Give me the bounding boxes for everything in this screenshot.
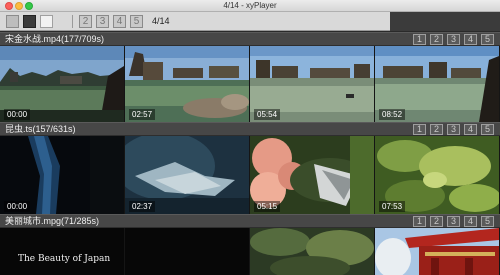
- group-3-page-5-button[interactable]: 5: [481, 216, 494, 227]
- group-title: 宋金水战.mp4(177/709s): [5, 34, 105, 44]
- timestamp: 00:00: [4, 109, 31, 120]
- thumbnail[interactable]: 08:52: [375, 46, 499, 122]
- toolbar-page-5-button[interactable]: 5: [130, 15, 143, 28]
- toolbar: 2 3 4 5 4/14: [0, 12, 500, 31]
- page-indicator: 4/14: [152, 16, 170, 26]
- thumbnail[interactable]: 05:54: [250, 46, 374, 122]
- timestamp: 07:53: [379, 201, 406, 212]
- title-bar: 4/14 - xyPlayer: [0, 0, 500, 12]
- thumbnail[interactable]: 07:53: [375, 136, 499, 214]
- group-2-page-4-button[interactable]: 4: [464, 124, 477, 135]
- group-3-page-2-button[interactable]: 2: [430, 216, 443, 227]
- layout-dark-button[interactable]: [23, 15, 36, 28]
- toolbar-search-area[interactable]: [390, 12, 500, 31]
- toolbar-page-3-button[interactable]: 3: [96, 15, 109, 28]
- toolbar-page-2-button[interactable]: 2: [79, 15, 92, 28]
- group-2-page-3-button[interactable]: 3: [447, 124, 460, 135]
- timestamp: 00:00: [4, 201, 31, 212]
- thumbnail[interactable]: 02:57: [125, 46, 249, 122]
- group-3-page-1-button[interactable]: 1: [413, 216, 426, 227]
- thumbnail[interactable]: The Beauty of Japan: [0, 228, 124, 275]
- timestamp: 05:15: [254, 201, 281, 212]
- group-1-page-5-button[interactable]: 5: [481, 34, 494, 45]
- thumbnail[interactable]: [125, 228, 249, 275]
- timestamp: 08:52: [379, 109, 406, 120]
- window-title: 4/14 - xyPlayer: [223, 1, 277, 10]
- group-header-3[interactable]: 美丽城市.mpg(71/285s) 1 2 3 4 5: [0, 214, 500, 228]
- thumbnail[interactable]: 05:15: [250, 136, 374, 214]
- group-title: 美丽城市.mpg(71/285s): [5, 216, 100, 226]
- timestamp: 02:37: [129, 201, 156, 212]
- group-1-page-3-button[interactable]: 3: [447, 34, 460, 45]
- toolbar-divider: [72, 15, 73, 28]
- thumbnail[interactable]: [375, 228, 499, 275]
- group-header-2[interactable]: 昆虫.ts(157/631s) 1 2 3 4 5: [0, 122, 500, 136]
- thumbnail[interactable]: 02:37: [125, 136, 249, 214]
- group-1-page-2-button[interactable]: 2: [430, 34, 443, 45]
- group-2-page-2-button[interactable]: 2: [430, 124, 443, 135]
- group-3-page-3-button[interactable]: 3: [447, 216, 460, 227]
- group-2-page-5-button[interactable]: 5: [481, 124, 494, 135]
- layout-light-button[interactable]: [40, 15, 53, 28]
- thumbnail[interactable]: 00:00: [0, 46, 124, 122]
- thumbnail[interactable]: [250, 228, 374, 275]
- layout-gray-button[interactable]: [6, 15, 19, 28]
- thumbnail-row-1: 00:00 02:57 05:54 08:52: [0, 46, 500, 122]
- timestamp: 05:54: [254, 109, 281, 120]
- group-title: 昆虫.ts(157/631s): [5, 124, 76, 134]
- thumbnail[interactable]: 00:00: [0, 136, 124, 214]
- group-2-page-1-button[interactable]: 1: [413, 124, 426, 135]
- toolbar-page-4-button[interactable]: 4: [113, 15, 126, 28]
- timestamp: 02:57: [129, 109, 156, 120]
- group-1-page-1-button[interactable]: 1: [413, 34, 426, 45]
- thumbnail-row-2: 00:00 02:37 05:15 07:53: [0, 136, 500, 214]
- group-1-page-4-button[interactable]: 4: [464, 34, 477, 45]
- group-3-page-4-button[interactable]: 4: [464, 216, 477, 227]
- video-caption: The Beauty of Japan: [18, 254, 111, 264]
- thumbnail-row-3: The Beauty of Japan: [0, 228, 500, 275]
- group-header-1[interactable]: 宋金水战.mp4(177/709s) 1 2 3 4 5: [0, 32, 500, 46]
